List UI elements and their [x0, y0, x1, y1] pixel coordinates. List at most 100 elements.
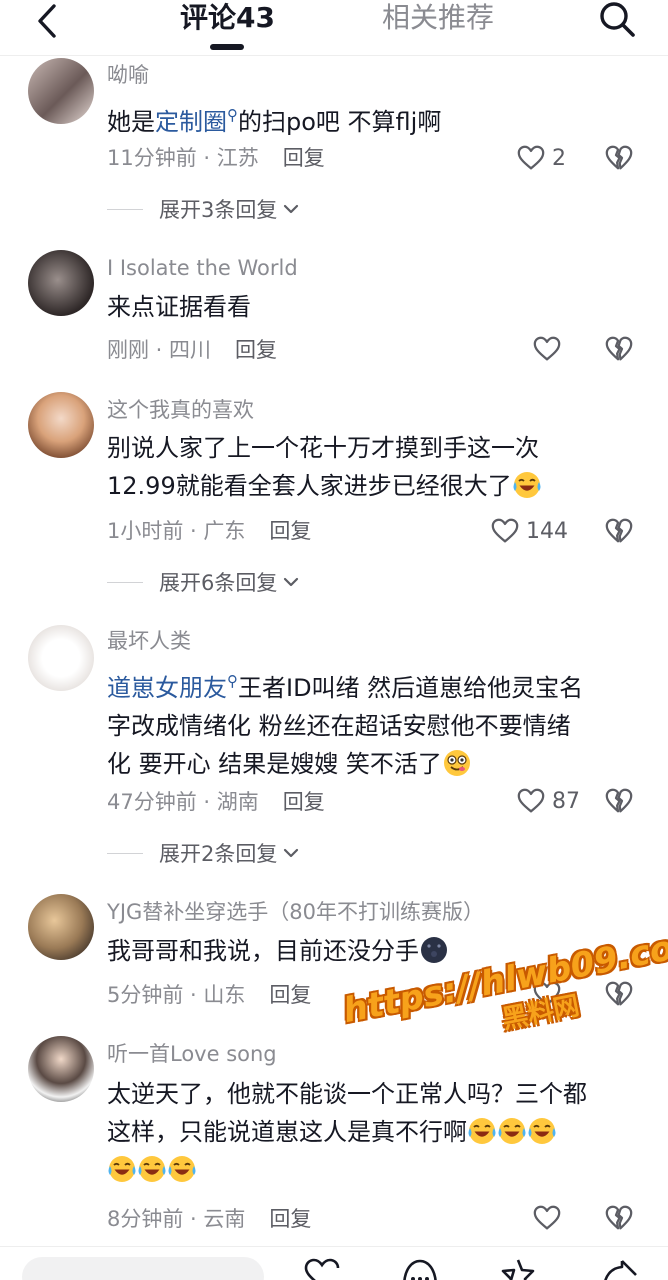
like-button[interactable]: 2: [516, 143, 566, 173]
topic-link[interactable]: 道崽女朋友: [107, 674, 227, 702]
comment-emoji-line: [107, 1151, 647, 1189]
heart-outline-icon: [532, 334, 562, 364]
like-count: 87: [552, 788, 580, 814]
comment-username[interactable]: 最坏人类: [107, 628, 191, 654]
search-icon: ⚲: [227, 106, 238, 124]
comment-username[interactable]: 听一首Love song: [107, 1041, 277, 1067]
expand-replies-button[interactable]: 展开3条回复: [107, 195, 301, 223]
comment-text-segment: 我哥哥和我说，目前还没分手: [107, 937, 419, 965]
back-chevron-icon[interactable]: [32, 2, 66, 42]
comment-text: 太逆天了，他就不能谈一个正常人吗？三个都 这样，只能说道崽这人是真不行啊: [107, 1075, 647, 1189]
comment-input[interactable]: [22, 1257, 264, 1280]
tab-comments[interactable]: 评论43: [180, 0, 275, 36]
reply-button[interactable]: 回复: [283, 790, 325, 814]
avatar[interactable]: [28, 1036, 94, 1102]
chevron-down-icon: [281, 199, 301, 219]
reply-button[interactable]: 回复: [269, 519, 311, 543]
heart-icon[interactable]: [302, 1257, 342, 1280]
comment-text-line: 12.99就能看全套人家进步已经很大了: [107, 467, 647, 505]
crying-laughing-emoji-icon: [107, 1154, 137, 1184]
crying-laughing-emoji-icon: [512, 470, 542, 500]
crying-laughing-emoji-icon: [527, 1116, 557, 1146]
divider-line: [107, 581, 143, 583]
expand-replies-button[interactable]: 展开2条回复: [107, 839, 301, 867]
reply-button[interactable]: 回复: [269, 983, 311, 1007]
comment-text-segment: 她是: [107, 108, 155, 136]
comment-meta: 8分钟前 · 云南 回复: [107, 1206, 311, 1232]
comment-text: 别说人家了上一个花十万才摸到手这一次 12.99就能看全套人家进步已经很大了: [107, 429, 647, 505]
star-icon[interactable]: [498, 1257, 538, 1280]
like-button[interactable]: 144: [490, 516, 568, 546]
comment-time-location: 11分钟前 · 江苏: [107, 146, 259, 170]
comment-meta: 1小时前 · 广东 回复: [107, 518, 311, 544]
search-icon[interactable]: [596, 0, 638, 42]
avatar[interactable]: [28, 894, 94, 960]
broken-heart-icon[interactable]: [604, 1203, 634, 1233]
comment-meta: 5分钟前 · 山东 回复: [107, 982, 311, 1008]
comment-text: 道崽女朋友⚲王者ID叫绪 然后道崽给他灵宝名 字改成情绪化 粉丝还在超话安慰他不…: [107, 662, 647, 783]
reply-button[interactable]: 回复: [283, 146, 325, 170]
reply-button[interactable]: 回复: [269, 1207, 311, 1231]
comment-time-location: 5分钟前 · 山东: [107, 983, 246, 1007]
comment-time-location: 刚刚 · 四川: [107, 338, 212, 362]
crying-laughing-emoji-icon: [467, 1116, 497, 1146]
comment-text-segment: 的扫po吧 不算flj啊: [238, 108, 442, 136]
broken-heart-icon[interactable]: [604, 334, 634, 364]
crying-laughing-emoji-icon: [497, 1116, 527, 1146]
like-button[interactable]: [532, 334, 562, 364]
comment-text-line: 这样，只能说道崽这人是真不行啊: [107, 1113, 647, 1151]
comment-username[interactable]: 呦喻: [107, 62, 149, 88]
reply-button[interactable]: 回复: [235, 338, 277, 362]
comment-time-location: 1小时前 · 广东: [107, 519, 246, 543]
comment-text-segment: 王者ID叫绪 然后道崽给他灵宝名: [238, 674, 584, 702]
heart-outline-icon: [490, 516, 520, 546]
avatar[interactable]: [28, 58, 94, 124]
comment-text-segment: 化 要开心 结果是嫂嫂 笑不活了: [107, 750, 442, 778]
broken-heart-icon[interactable]: [604, 516, 634, 546]
expand-replies-label: 展开2条回复: [159, 842, 278, 866]
like-count: 2: [552, 145, 566, 171]
comment-text-line: 道崽女朋友⚲王者ID叫绪 然后道崽给他灵宝名: [107, 662, 647, 707]
expand-replies-button[interactable]: 展开6条回复: [107, 568, 301, 596]
comment-text-segment: 这样，只能说道崽这人是真不行啊: [107, 1118, 467, 1146]
like-button[interactable]: [532, 1203, 562, 1233]
comment-username[interactable]: 这个我真的喜欢: [107, 397, 254, 423]
comment-meta: 47分钟前 · 湖南 回复: [107, 789, 325, 815]
heart-outline-icon: [516, 143, 546, 173]
starry-eyed-emoji-icon: [442, 748, 472, 778]
comment-time-location: 47分钟前 · 湖南: [107, 790, 259, 814]
share-arrow-icon[interactable]: [600, 1257, 640, 1280]
chevron-down-icon: [281, 572, 301, 592]
comment-username[interactable]: I Isolate the World: [107, 255, 298, 281]
like-button[interactable]: 87: [516, 786, 580, 816]
expand-replies-label: 展开6条回复: [159, 571, 278, 595]
avatar[interactable]: [28, 625, 94, 691]
comment-username[interactable]: YJG替补坐穿选手（80年不打训练赛版）: [107, 899, 484, 925]
comment-meta: 刚刚 · 四川 回复: [107, 337, 277, 363]
avatar[interactable]: [28, 250, 94, 316]
comment-text-line: 太逆天了，他就不能谈一个正常人吗？三个都: [107, 1080, 587, 1108]
crying-laughing-emoji-icon: [167, 1154, 197, 1184]
comment-bubble-icon[interactable]: [400, 1257, 440, 1280]
heart-outline-icon: [516, 786, 546, 816]
comment-text: 她是定制圈⚲的扫po吧 不算flj啊: [107, 96, 647, 141]
comment-meta: 11分钟前 · 江苏 回复: [107, 145, 325, 171]
dark-moon-face-emoji-icon: [419, 935, 449, 965]
avatar[interactable]: [28, 392, 94, 458]
broken-heart-icon[interactable]: [604, 143, 634, 173]
active-tab-indicator: [210, 44, 244, 50]
search-icon: ⚲: [227, 672, 238, 690]
comment-text-line: 字改成情绪化 粉丝还在超话安慰他不要情绪: [107, 712, 571, 740]
chevron-down-icon: [281, 843, 301, 863]
top-nav-bar: 评论43 相关推荐: [0, 0, 668, 56]
comment-text-segment: 12.99就能看全套人家进步已经很大了: [107, 472, 512, 500]
like-count: 144: [526, 518, 568, 544]
expand-replies-label: 展开3条回复: [159, 198, 278, 222]
tab-related-recommendations[interactable]: 相关推荐: [382, 0, 494, 36]
broken-heart-icon[interactable]: [604, 786, 634, 816]
comment-text-line: 化 要开心 结果是嫂嫂 笑不活了: [107, 745, 647, 783]
divider-line: [107, 208, 143, 210]
divider-line: [107, 852, 143, 854]
topic-link[interactable]: 定制圈: [155, 108, 227, 136]
crying-laughing-emoji-icon: [137, 1154, 167, 1184]
